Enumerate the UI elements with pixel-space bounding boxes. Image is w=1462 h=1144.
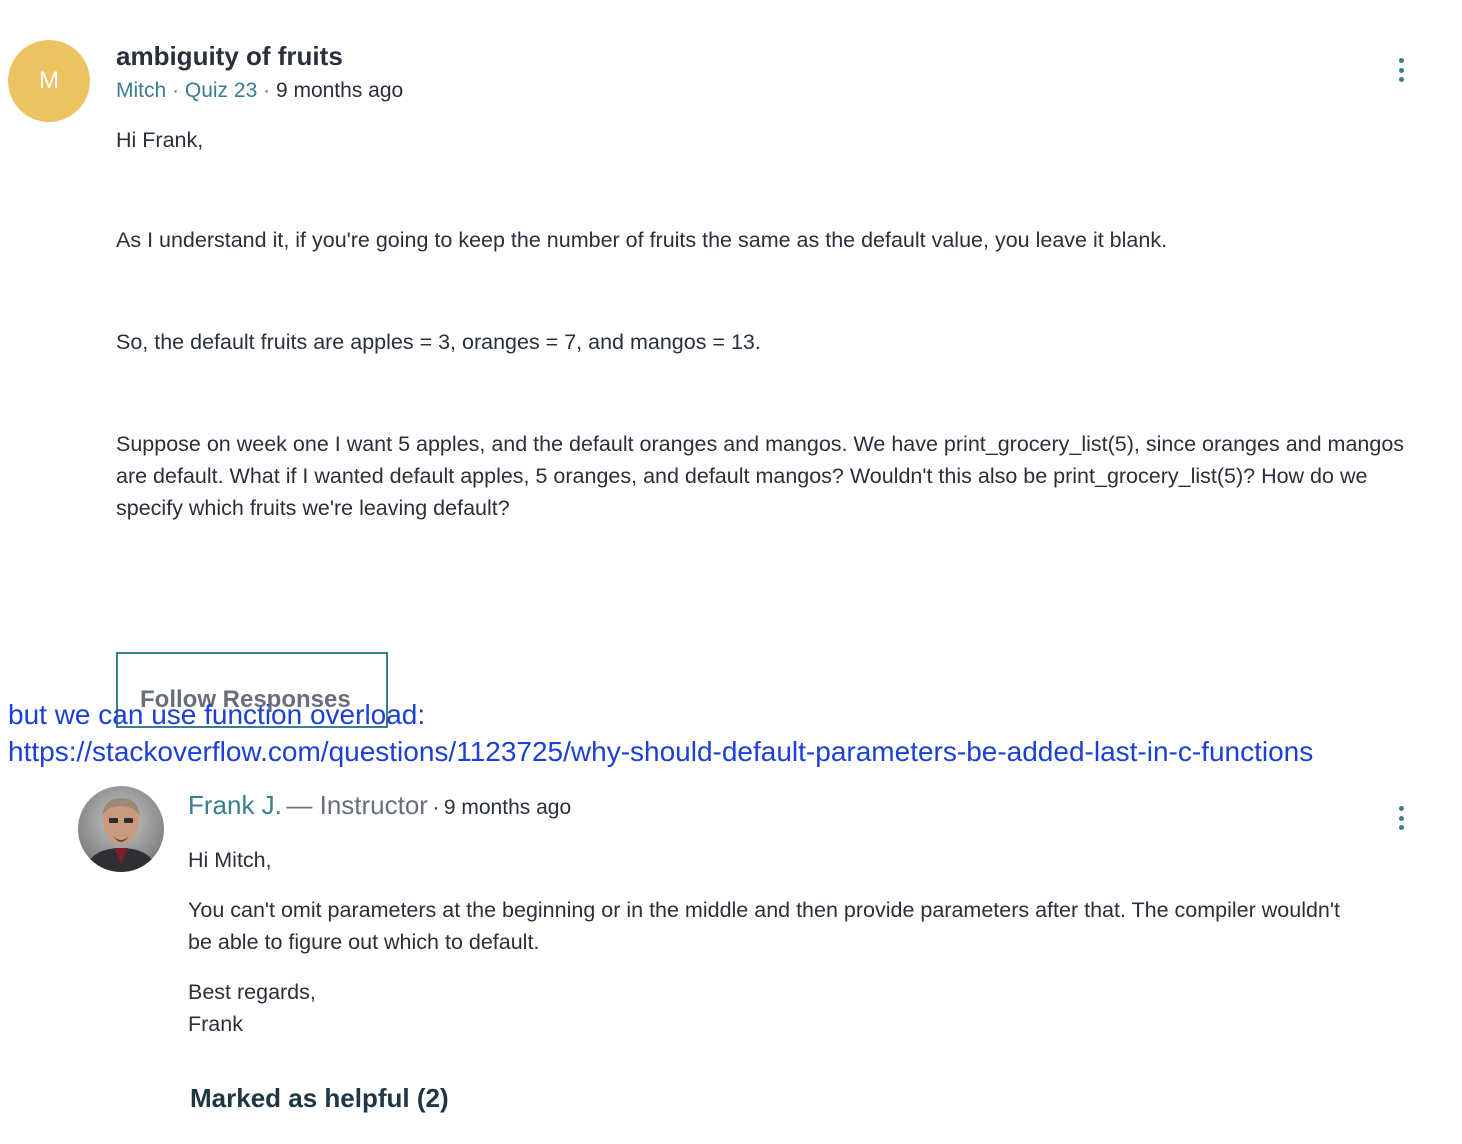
reply-paragraph: You can't omit parameters at the beginni… — [188, 898, 1340, 954]
meta-separator: · — [432, 796, 440, 819]
instructor-role: — Instructor — [286, 790, 428, 820]
avatar-initial: M — [39, 67, 59, 94]
annotation-url: https://stackoverflow.com/questions/1123… — [8, 736, 1314, 767]
annotation-note: but we can use function overload: https:… — [8, 696, 1313, 770]
question-paragraph: Suppose on week one I want 5 apples, and… — [116, 432, 1405, 520]
instructor-name-link[interactable]: Frank J. — [188, 790, 282, 820]
post-time: 9 months ago — [275, 79, 404, 102]
instructor-photo — [78, 786, 164, 872]
reply-signature: Frank — [188, 1012, 243, 1036]
author-link[interactable]: Mitch — [116, 79, 166, 102]
question-meta: Mitch · Quiz 23 · 9 months ago — [116, 77, 403, 105]
meta-separator: · — [172, 79, 180, 102]
question-paragraph: So, the default fruits are apples = 3, o… — [116, 330, 761, 354]
reply-time: 9 months ago — [443, 796, 572, 819]
reply-meta: Frank J. — Instructor · 9 months ago — [188, 786, 571, 829]
lecture-link[interactable]: Quiz 23 — [185, 79, 257, 102]
author-avatar[interactable]: M — [8, 40, 90, 122]
question-paragraph: As I understand it, if you're going to k… — [116, 228, 1168, 252]
reply-paragraph: Hi Mitch, — [188, 848, 272, 872]
annotation-line: but we can use function overload: — [8, 699, 426, 730]
reply-signoff: Best regards, — [188, 980, 316, 1004]
meta-separator: · — [263, 79, 271, 102]
question-title: ambiguity of fruits — [116, 41, 343, 71]
more-vertical-icon[interactable] — [1396, 58, 1406, 82]
marked-helpful-label: Marked as helpful (2) — [190, 1083, 449, 1113]
instructor-avatar[interactable] — [78, 786, 164, 872]
question-paragraph: Hi Frank, — [116, 128, 204, 152]
more-vertical-icon[interactable] — [1396, 806, 1406, 830]
